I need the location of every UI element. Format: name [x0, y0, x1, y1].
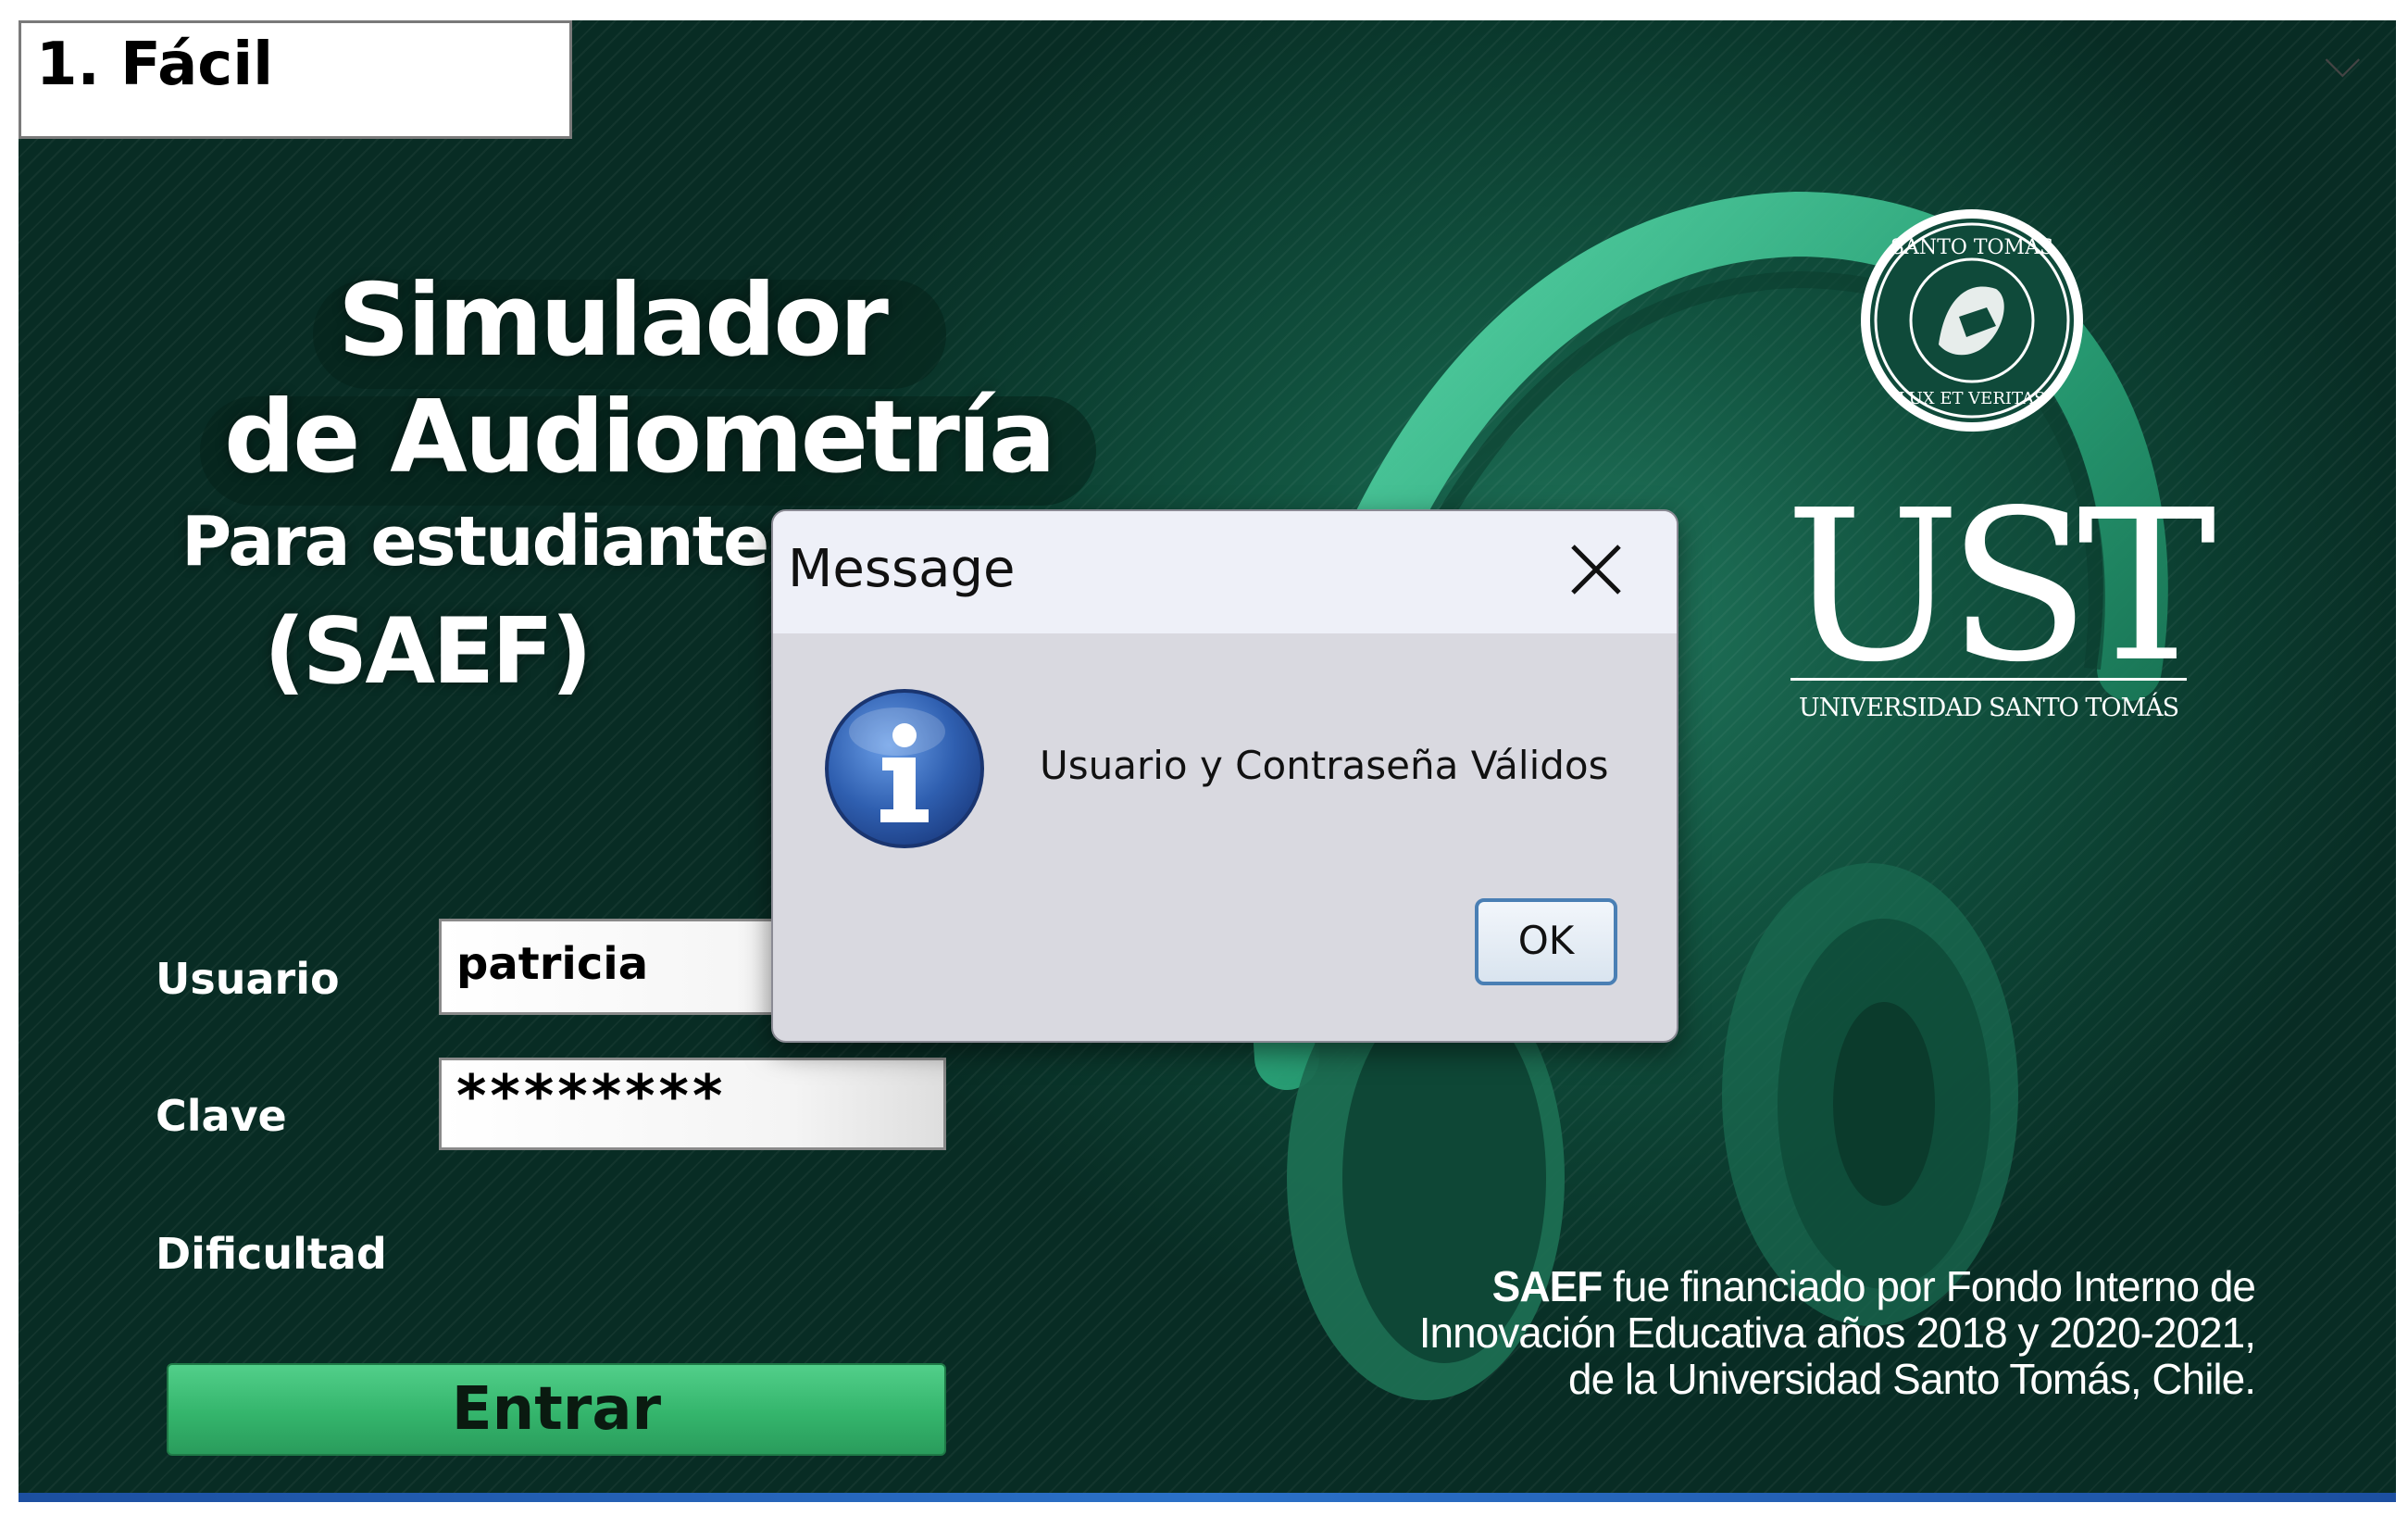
university-seal-icon: SANTO TOMÁS LUX ET VERITAS — [1861, 209, 2083, 432]
enter-button[interactable]: Entrar — [167, 1363, 946, 1456]
ok-button[interactable]: OK — [1475, 898, 1617, 985]
info-icon — [825, 689, 984, 848]
app-title-line2: de Audiometría — [224, 380, 1056, 495]
difficulty-select[interactable]: 1. Fácil ⌵ — [19, 20, 2361, 139]
login-window: Simulador de Audiometría Para estudiante… — [19, 20, 2396, 1502]
funding-line1: SAEF fue financiado por Fondo Interno de — [1287, 1262, 2256, 1310]
brand-divider — [1790, 678, 2187, 681]
seal-text-bottom: LUX ET VERITAS — [1899, 389, 2046, 408]
funding-line2: Innovación Educativa años 2018 y 2020-20… — [1418, 1309, 2256, 1357]
dialog-message: Usuario y Contraseña Válidos — [1040, 743, 1609, 788]
close-icon[interactable] — [1564, 537, 1628, 602]
dialog-title: Message — [788, 539, 1016, 599]
message-dialog: Message Usuario y Contraseña Válidos OK — [771, 509, 1678, 1043]
password-label: Clave — [156, 1091, 287, 1141]
brand-subtitle: UNIVERSIDAD SANTO TOMÁS — [1798, 694, 2179, 722]
difficulty-selected-value: 1. Fácil — [36, 31, 274, 99]
funding-note: SAEF fue financiado por Fondo Interno de… — [1287, 1262, 2256, 1403]
user-label: Usuario — [156, 954, 340, 1004]
difficulty-label: Dificultad — [156, 1229, 387, 1279]
app-title-line1: Simulador — [338, 263, 889, 379]
brand-logo-text: UST — [1785, 466, 2216, 708]
password-input[interactable]: ******** — [439, 1058, 946, 1150]
dialog-titlebar[interactable]: Message — [773, 511, 1677, 633]
app-subtitle: Para estudiantes — [181, 502, 808, 582]
funding-line3: de la Universidad Santo Tomás, Chile. — [1567, 1355, 2256, 1403]
seal-text-top: SANTO TOMÁS — [1890, 234, 2053, 259]
funding-line1-text: fue financiado por Fondo Interno de — [1602, 1262, 2256, 1310]
app-acronym: (SAEF) — [264, 599, 593, 705]
chevron-down-icon[interactable]: ⌵ — [2325, 33, 2361, 90]
funding-acronym: SAEF — [1491, 1262, 1603, 1310]
